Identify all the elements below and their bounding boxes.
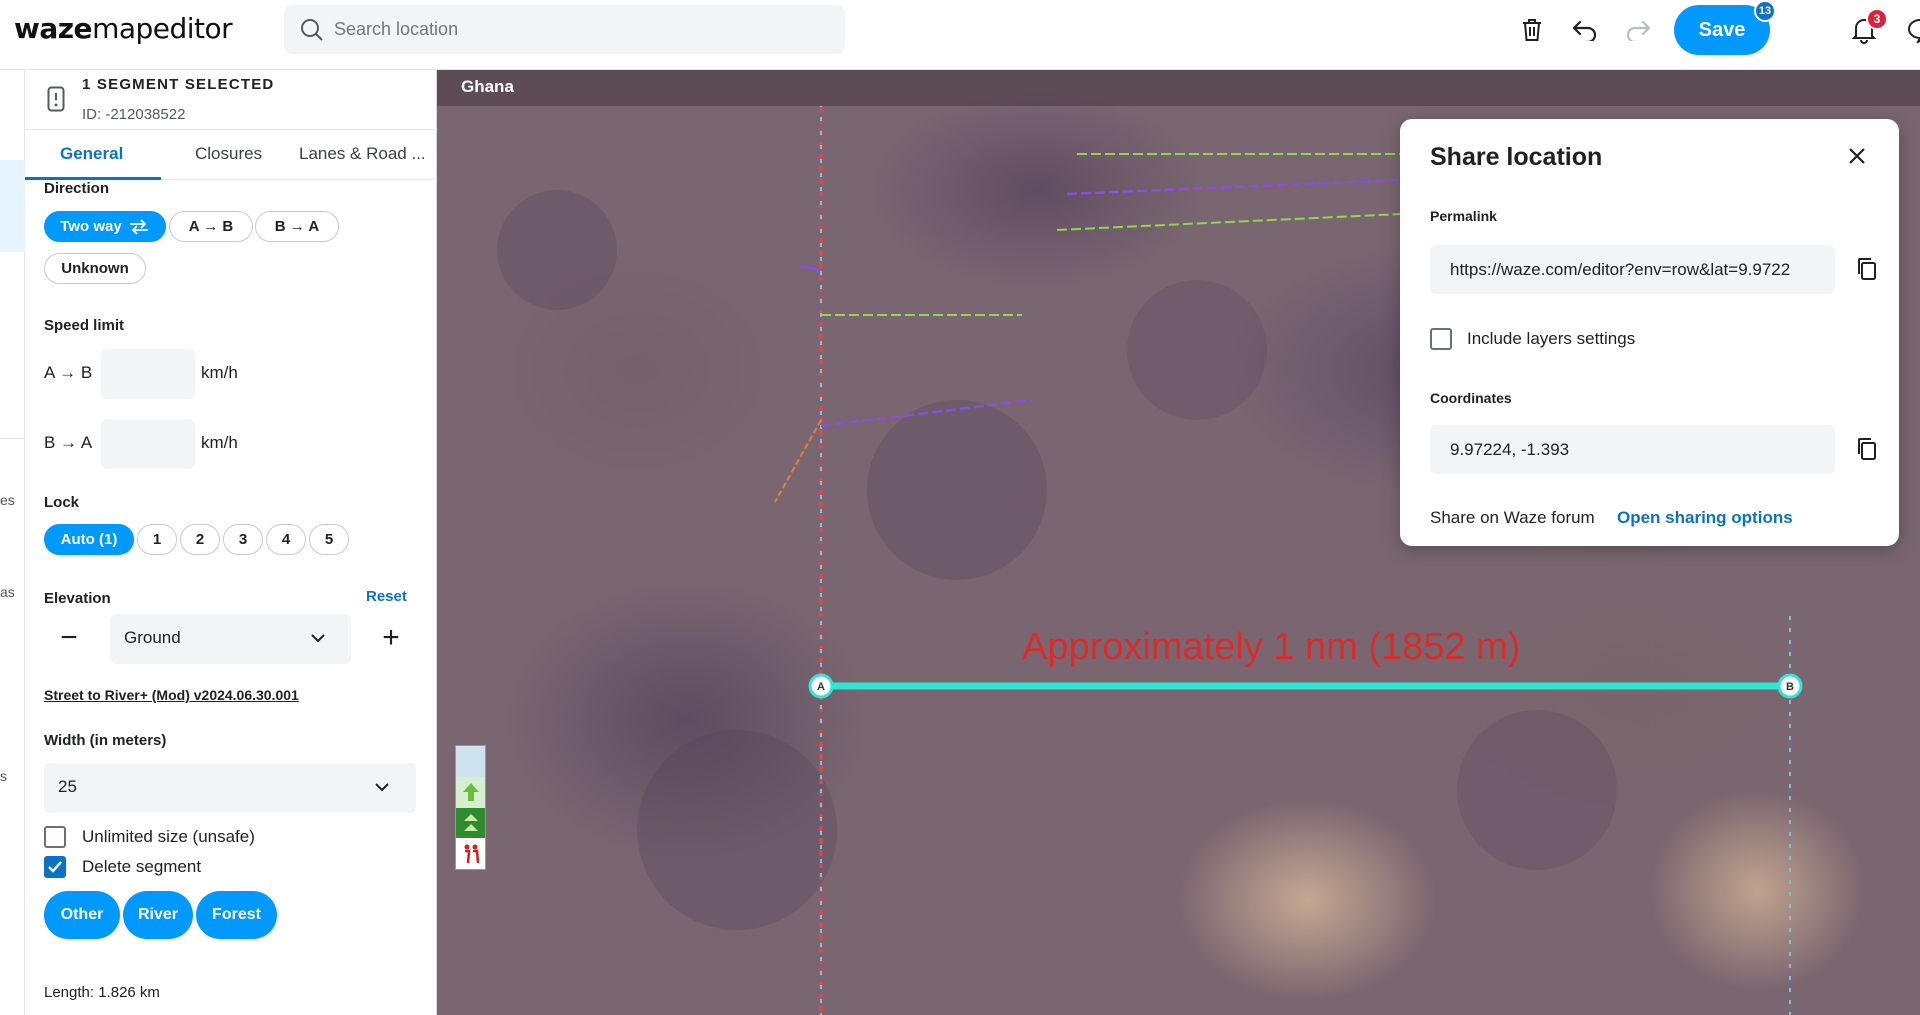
tab-lanes[interactable]: Lanes & Road ...: [299, 144, 426, 164]
chevron-down-icon: [375, 783, 389, 792]
segment-length: Length: 1.826 km: [44, 984, 160, 1001]
speed-b-to-a-label: B → A: [44, 433, 93, 452]
search-icon: [301, 19, 323, 41]
lock-level-4[interactable]: 4: [266, 524, 306, 555]
coordinates-label: Coordinates: [1430, 390, 1512, 406]
speed-a-to-b-input[interactable]: [101, 349, 195, 399]
speed-b-to-a-input[interactable]: [101, 419, 195, 469]
speed-a-to-b-label: A → B: [44, 363, 93, 382]
logo-rest-text: mapeditor: [92, 12, 233, 45]
delete-segment-checkbox[interactable]: [44, 856, 66, 878]
lock-label: Lock: [44, 494, 80, 511]
waze-logo[interactable]: wazemapeditor: [14, 12, 233, 45]
rail-item-1[interactable]: es: [0, 492, 15, 508]
up-arrow-icon: [456, 776, 485, 808]
segment-id: ID: -212038522: [82, 106, 186, 123]
rail-item-2[interactable]: as: [0, 584, 15, 600]
copy-coordinates-icon[interactable]: [1852, 434, 1882, 464]
unlimited-size-checkbox[interactable]: [44, 826, 66, 848]
speed-limit-label: Speed limit: [44, 317, 125, 334]
speed-a-to-b-unit: km/h: [201, 363, 238, 382]
measure-label: Approximately 1 nm (1852 m): [1022, 626, 1521, 668]
rail-active-item[interactable]: [0, 160, 25, 252]
double-arrow-icon: [456, 807, 485, 839]
logo-bold-text: waze: [14, 12, 93, 45]
orange-road[interactable]: [774, 419, 822, 503]
elevation-select[interactable]: Ground: [110, 614, 351, 664]
close-icon[interactable]: [1840, 139, 1874, 173]
script-link[interactable]: Street to River+ (Mod) v2024.06.30.001: [44, 687, 299, 703]
speed-b-to-a-unit: km/h: [201, 433, 238, 452]
delete-icon[interactable]: [1516, 14, 1548, 46]
permalink-field[interactable]: [1430, 245, 1835, 294]
redo-icon[interactable]: [1622, 14, 1654, 46]
elevation-plus-button[interactable]: +: [373, 620, 409, 656]
width-select[interactable]: 25: [44, 763, 416, 813]
unlimited-size-label: Unlimited size (unsafe): [82, 827, 255, 846]
delete-segment-label: Delete segment: [82, 857, 202, 876]
share-location-dialog: Share location Permalink Include layers …: [1400, 119, 1899, 546]
rail-divider: [0, 438, 25, 439]
node-a-label: A: [817, 681, 825, 693]
legend-swatch-sky: [456, 746, 485, 777]
segment-icon: [47, 86, 65, 112]
node-b-label: B: [1786, 681, 1794, 693]
segment-edit-panel: 1 SEGMENT SELECTED ID: -212038522 Genera…: [25, 70, 437, 1015]
width-label: Width (in meters): [44, 732, 167, 749]
elevation-label: Elevation: [44, 590, 111, 607]
tab-general[interactable]: General: [60, 144, 123, 164]
notification-count-badge: 3: [1866, 8, 1888, 30]
check-icon: [48, 861, 62, 873]
elevation-value: Ground: [124, 628, 181, 647]
direction-label: Direction: [44, 180, 110, 197]
node-b[interactable]: B: [1777, 673, 1803, 699]
width-value: 25: [58, 777, 77, 796]
undo-icon[interactable]: [1569, 14, 1601, 46]
chevron-down-icon: [311, 634, 325, 643]
tab-closures[interactable]: Closures: [195, 144, 262, 164]
open-sharing-options-link[interactable]: Open sharing options: [1617, 508, 1793, 528]
left-rail: es as s: [0, 70, 25, 1015]
direction-two-way[interactable]: Two way: [44, 211, 166, 242]
lock-level-2[interactable]: 2: [180, 524, 220, 555]
top-bar: wazemapeditor Save 13 3: [0, 0, 1920, 70]
save-count-badge: 13: [1754, 0, 1776, 22]
share-title: Share location: [1430, 143, 1603, 171]
share-forum-text: Share on Waze forum: [1430, 508, 1595, 527]
direction-unknown[interactable]: Unknown: [44, 253, 146, 284]
coordinates-field[interactable]: [1430, 425, 1835, 474]
search-box[interactable]: [284, 5, 845, 54]
country-label: Ghana: [461, 77, 514, 96]
include-layers-label: Include layers settings: [1467, 329, 1636, 348]
two-way-arrows-icon: [129, 218, 148, 235]
node-a[interactable]: A: [808, 673, 834, 699]
lock-level-3[interactable]: 3: [223, 524, 263, 555]
segment-title: 1 SEGMENT SELECTED: [82, 76, 275, 93]
type-forest-button[interactable]: Forest: [196, 891, 277, 939]
pedestrian-icon: [456, 838, 485, 869]
rail-item-3[interactable]: s: [0, 768, 7, 784]
type-river-button[interactable]: River: [123, 891, 193, 939]
segment-tabs: General Closures Lanes & Road ...: [25, 130, 437, 180]
direction-a-to-b[interactable]: A → B: [169, 211, 253, 242]
chat-icon[interactable]: [1900, 14, 1920, 46]
permalink-label: Permalink: [1430, 208, 1497, 224]
segment-header: 1 SEGMENT SELECTED ID: -212038522: [25, 70, 437, 130]
type-other-button[interactable]: Other: [44, 891, 120, 939]
direction-b-to-a[interactable]: B → A: [255, 211, 339, 242]
elevation-reset-link[interactable]: Reset: [366, 588, 407, 605]
include-layers-checkbox[interactable]: [1430, 328, 1452, 350]
map-legend-widget[interactable]: [455, 745, 486, 870]
map-location-bar: Ghana: [437, 70, 1920, 106]
purple-stub: [798, 264, 822, 272]
direction-two-way-label: Two way: [60, 218, 122, 235]
elevation-minus-button[interactable]: −: [51, 620, 87, 656]
lock-level-1[interactable]: 1: [137, 524, 177, 555]
lock-auto[interactable]: Auto (1): [44, 524, 134, 555]
copy-permalink-icon[interactable]: [1852, 254, 1882, 284]
search-input[interactable]: [334, 5, 824, 54]
lock-level-5[interactable]: 5: [309, 524, 349, 555]
